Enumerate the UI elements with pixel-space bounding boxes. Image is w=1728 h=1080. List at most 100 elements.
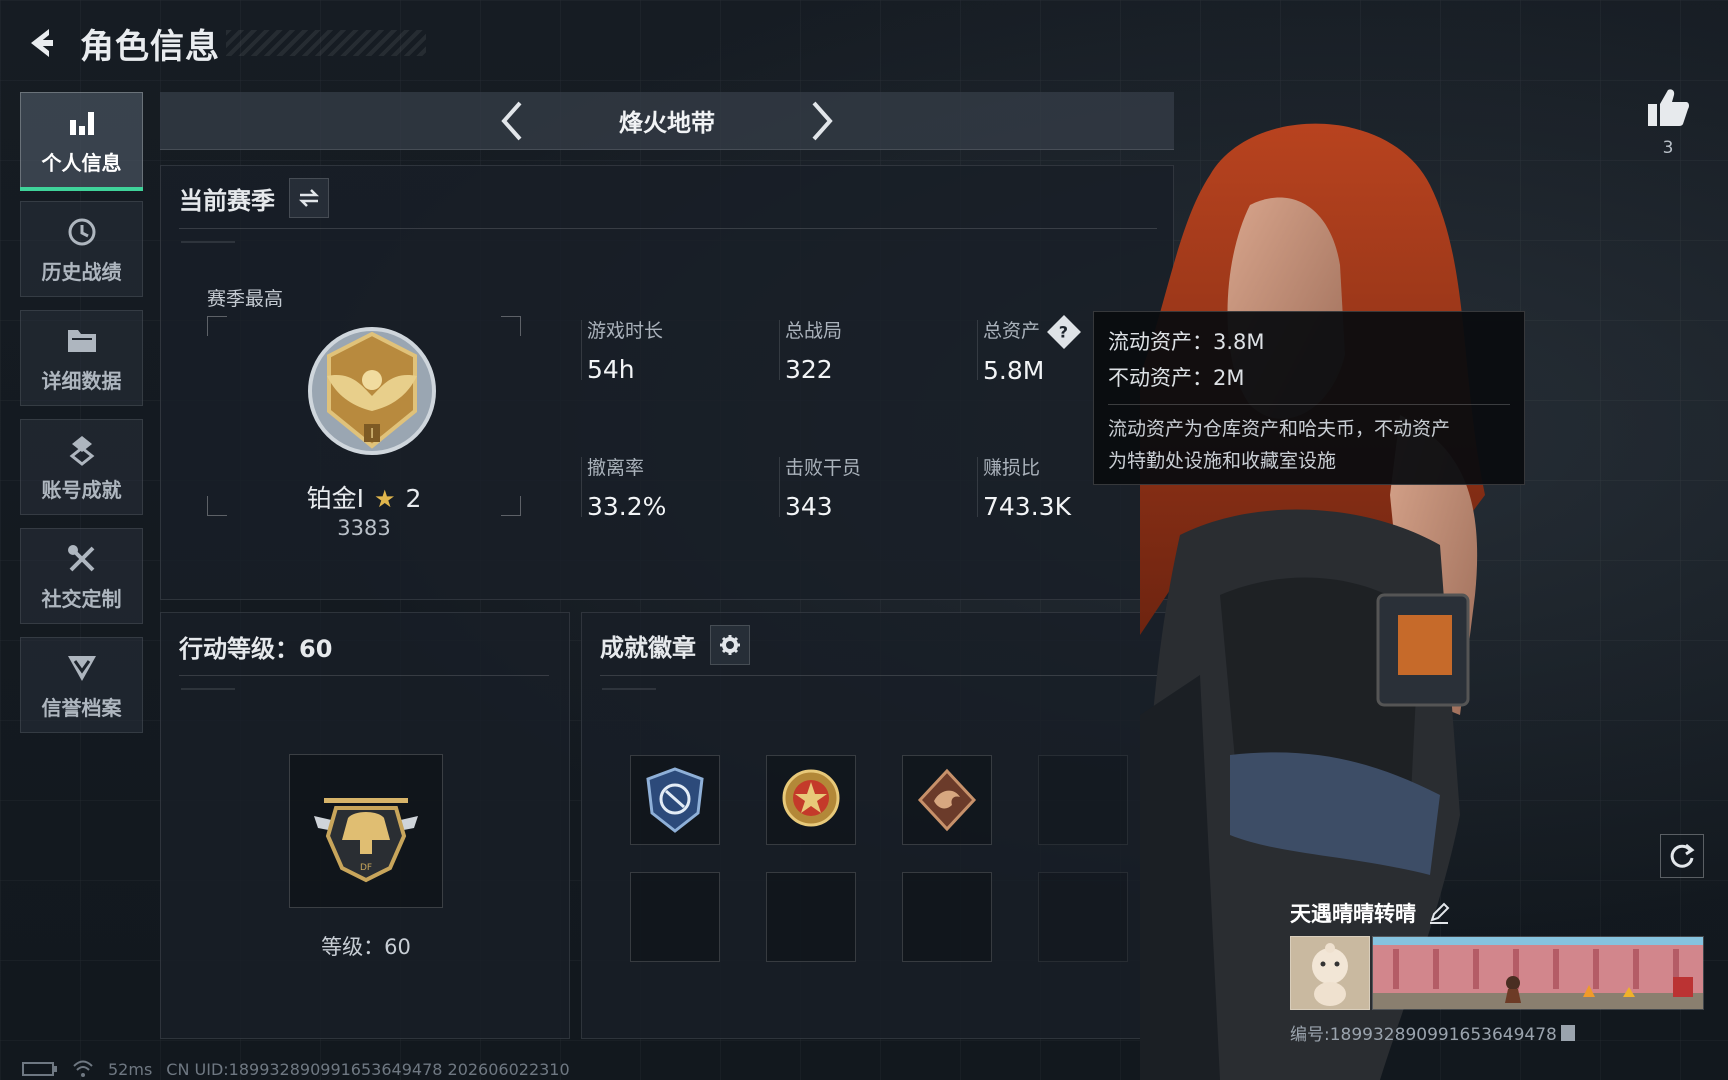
player-id-row: 编号:1899328909916536494​78	[1290, 1020, 1704, 1045]
wifi-icon	[72, 1060, 94, 1078]
switch-season-button[interactable]	[289, 178, 329, 218]
badge-slot-3[interactable]	[902, 755, 992, 845]
stat-value: 54h	[587, 355, 635, 384]
history-clock-icon	[64, 214, 100, 250]
uid-text: CN UID:18993289099165364947​8 2026060223…	[166, 1059, 570, 1079]
prev-mode-button[interactable]	[487, 96, 537, 146]
avatar-image	[1312, 943, 1348, 1006]
stat-operators-defeated: 击败干员 343	[779, 453, 949, 521]
stat-total-matches: 总战局 322	[779, 316, 949, 384]
copy-id-button[interactable]	[1560, 1024, 1575, 1041]
level-text: 等级：60	[321, 935, 411, 959]
divider	[977, 320, 978, 380]
shield-chevron-icon	[64, 650, 100, 686]
divider	[779, 457, 780, 517]
stat-value: 343	[785, 492, 833, 521]
rotate-icon	[1670, 843, 1695, 868]
rank-name: 铂金Ⅰ	[306, 484, 365, 513]
avatar[interactable]	[1290, 936, 1370, 1010]
divider	[779, 320, 780, 380]
divider	[581, 320, 582, 380]
like-area: 3	[1640, 86, 1696, 158]
sidebar-item-social-custom[interactable]: 社交定制	[20, 528, 143, 624]
rank-display: I 铂金Ⅰ ★ 2 3383	[207, 316, 521, 540]
tooltip-description-line: 流动资产为仓库资产和哈夫币，不动资产	[1108, 418, 1451, 440]
badge-slot-8[interactable]	[1038, 872, 1128, 962]
sidebar-item-reputation[interactable]: 信誉档案	[20, 637, 143, 733]
badge-slot-4[interactable]	[1038, 755, 1128, 845]
thumbs-up-icon[interactable]	[1646, 86, 1690, 128]
divider	[977, 457, 978, 517]
divider	[181, 688, 235, 690]
stat-label: 击败干员	[785, 457, 862, 479]
rank-name-line: 铂金Ⅰ ★ 2	[207, 479, 521, 515]
banner-image	[1372, 936, 1704, 1010]
swap-arrows-icon	[298, 189, 320, 207]
title-decoration	[226, 30, 426, 56]
stat-label: 总战局	[785, 320, 843, 342]
svg-text:I: I	[370, 427, 374, 442]
help-icon[interactable]: ?	[1047, 314, 1081, 349]
rotate-model-button[interactable]	[1660, 834, 1704, 878]
bar-chart-icon	[64, 105, 100, 141]
badge-slot-2[interactable]	[766, 755, 856, 845]
next-mode-button[interactable]	[797, 96, 847, 146]
badge-slot-5[interactable]	[630, 872, 720, 962]
like-count: 3	[1662, 138, 1674, 158]
divider	[179, 228, 1157, 229]
helicopter-emblem-icon: DF	[314, 798, 418, 883]
divider	[179, 675, 549, 676]
season-panel-header: 当前赛季	[179, 178, 329, 218]
sidebar-nav: 个人信息 历史战绩 详细数据 账号成就 社交定制 信誉档案	[20, 92, 143, 746]
star-icon: ★	[373, 485, 396, 513]
badge-slot-6[interactable]	[766, 872, 856, 962]
battery-icon	[22, 1061, 58, 1077]
back-button[interactable]	[20, 23, 60, 63]
player-id: 编号:1899328909916536494​78	[1290, 1025, 1557, 1045]
sidebar-item-match-history[interactable]: 历史战绩	[20, 201, 143, 297]
stat-value: 322	[785, 355, 833, 384]
stat-value: 33.2%	[587, 492, 667, 521]
achievement-medal-icon	[64, 432, 100, 468]
badge-slot-7[interactable]	[902, 872, 992, 962]
badge-settings-button[interactable]	[710, 625, 750, 665]
level-panel-header: 行动等级：60	[179, 629, 332, 664]
stat-extract-rate: 撤离率 33.2%	[581, 453, 751, 521]
dragon-emblem-icon	[917, 768, 977, 832]
sidebar-item-label: 账号成就	[41, 477, 122, 502]
player-card: 天遇晴晴转晴 编号:1899328909916536494​78	[1290, 898, 1704, 1045]
tools-icon	[64, 541, 100, 577]
divider	[581, 457, 582, 517]
stat-label: 游戏时长	[587, 320, 664, 342]
badge-slot-1[interactable]	[630, 755, 720, 845]
divider	[602, 688, 656, 690]
edit-name-button[interactable]	[1428, 902, 1450, 924]
player-banner	[1290, 936, 1704, 1010]
tooltip-fixed-assets: 不动资产：2M	[1108, 366, 1245, 390]
sidebar-item-label: 详细数据	[41, 368, 122, 393]
season-title: 当前赛季	[179, 186, 275, 215]
achievement-badges-panel: 成就徽章	[581, 612, 1174, 1039]
sidebar-item-achievements[interactable]: 账号成就	[20, 419, 143, 515]
stat-play-time: 游戏时长 54h	[581, 316, 751, 384]
sidebar-item-detailed-data[interactable]: 详细数据	[20, 310, 143, 406]
svg-text:DF: DF	[360, 863, 372, 873]
status-bar: 52ms CN UID:18993289099165364947​8 20260…	[22, 1058, 584, 1080]
divider	[600, 675, 1157, 676]
page-header: 角色信息	[20, 18, 426, 68]
frame-corner	[207, 316, 227, 336]
stat-label: 撤离率	[587, 457, 645, 479]
action-level-title: 行动等级：60	[179, 635, 333, 663]
star-medal-icon	[782, 769, 840, 827]
ping: 52ms	[108, 1059, 153, 1079]
badges-title: 成就徽章	[600, 633, 696, 662]
sidebar-item-label: 个人信息	[41, 150, 122, 175]
sidebar-item-personal-info[interactable]: 个人信息	[20, 92, 143, 191]
rank-emblem-icon: I	[308, 327, 436, 455]
divider	[181, 241, 235, 243]
rank-score: 3383	[337, 516, 391, 540]
rank-stars: 2	[405, 484, 422, 513]
chevron-left-icon	[501, 101, 522, 140]
tooltip-liquid-assets: 流动资产：3.8M	[1108, 330, 1265, 354]
page-title: 角色信息	[80, 26, 220, 67]
